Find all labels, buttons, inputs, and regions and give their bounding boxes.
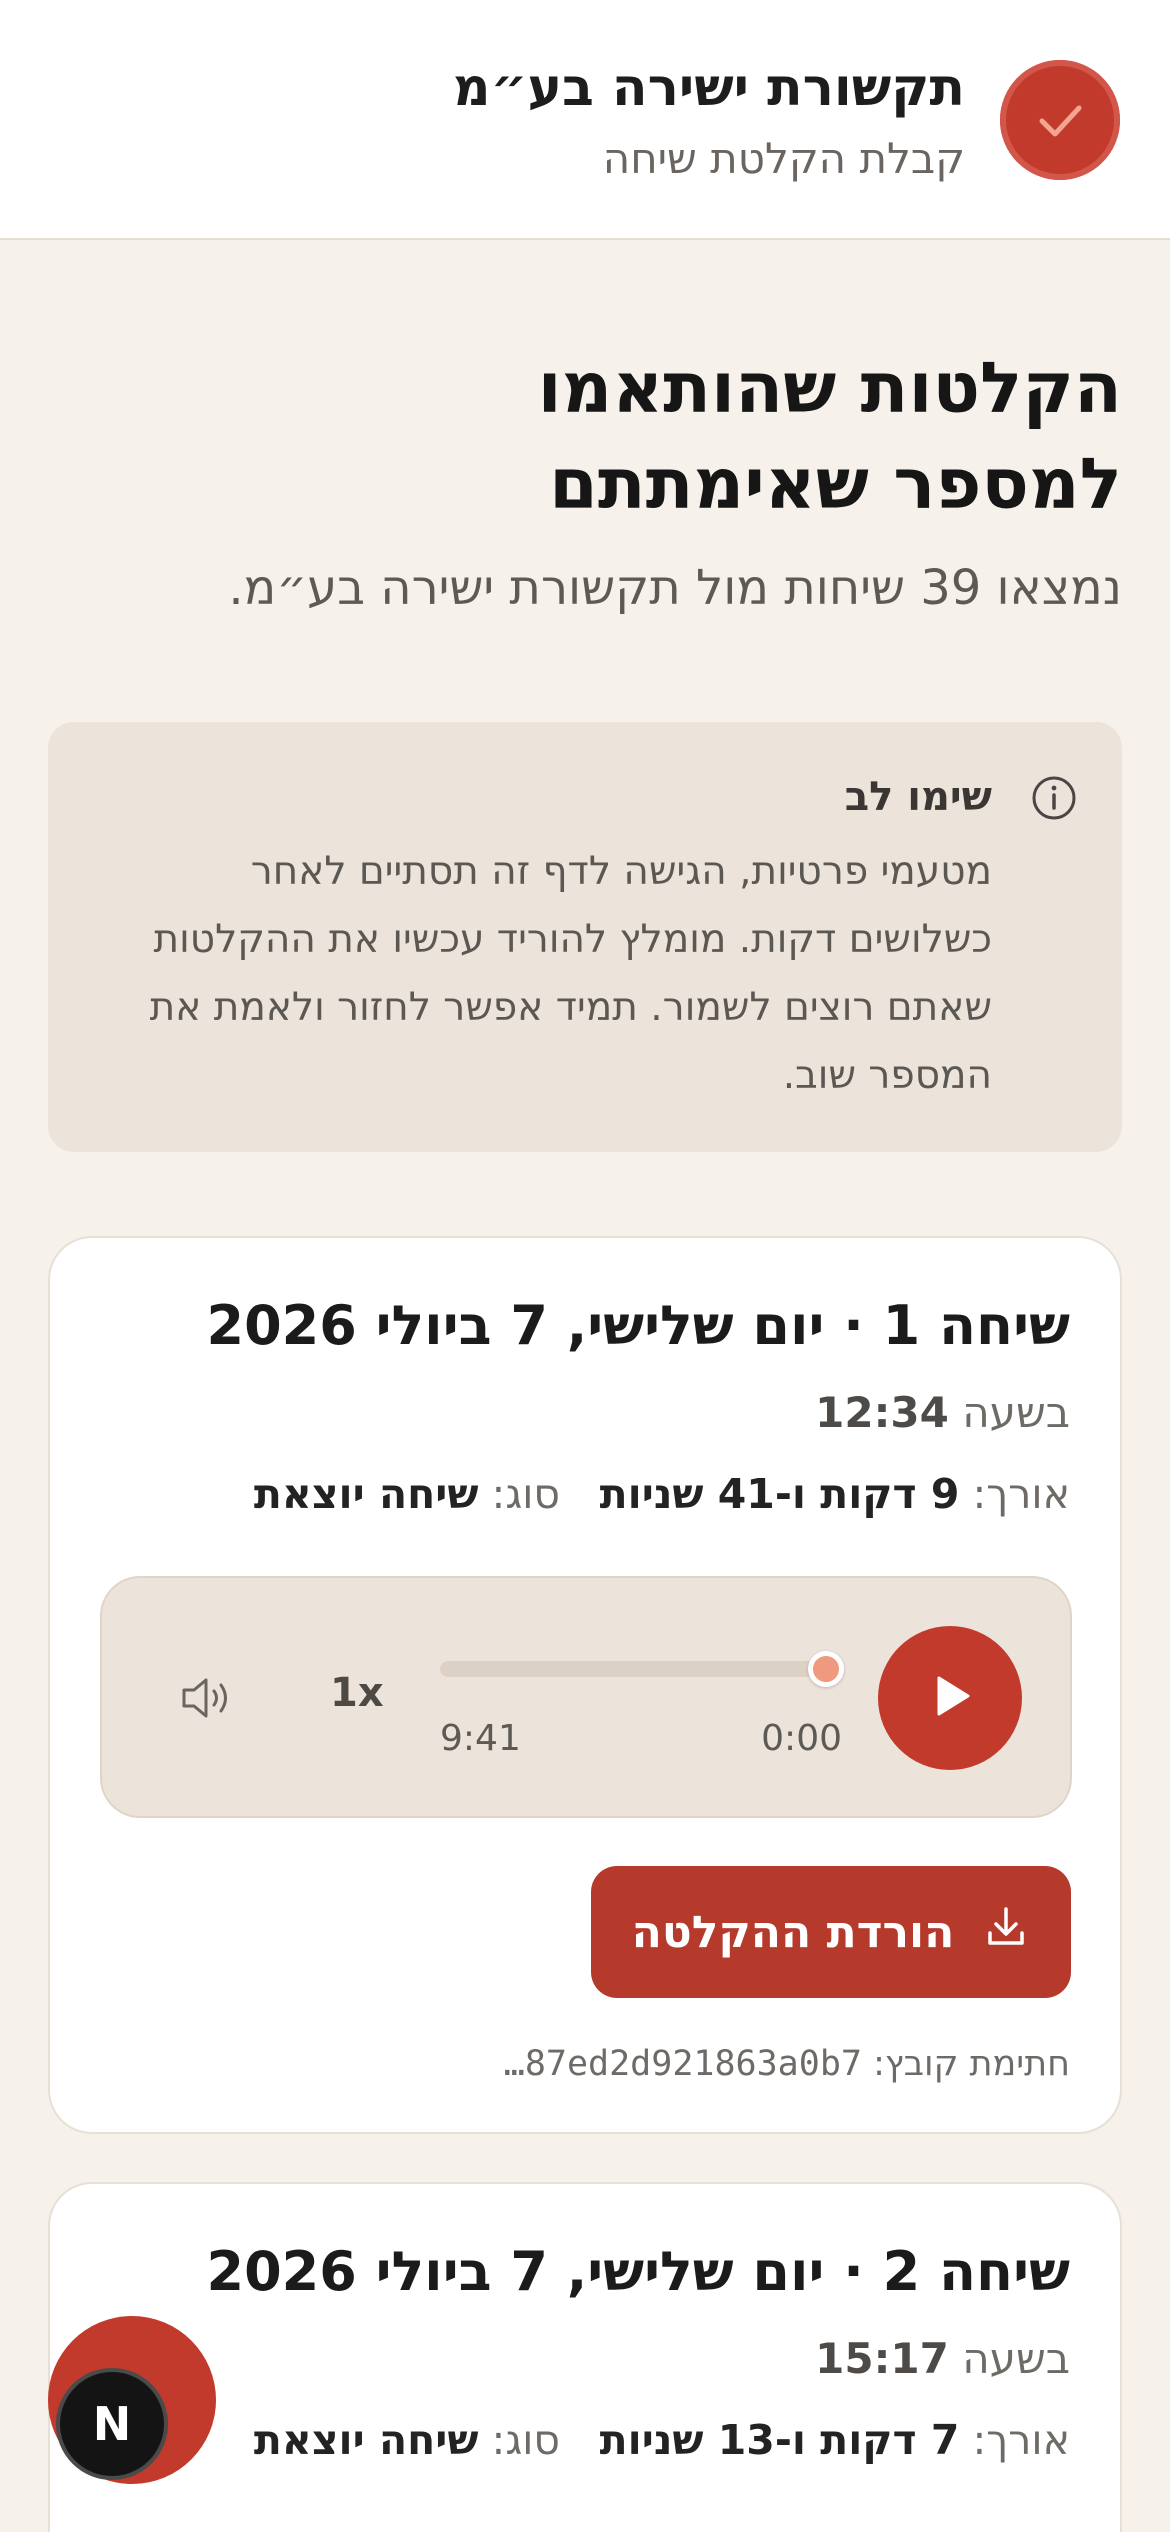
page-subtitle: קבלת הקלטת שיחה [602,134,965,183]
call-length: אורך: 9 דקות ו-41 שניות [600,1470,1070,1518]
dev-tools-badge[interactable]: N [56,2368,168,2480]
page-title-line-1: הקלטות שהותאמו [537,347,1122,429]
call-length-value: 7 דקות ו-13 שניות [599,2416,960,2464]
call-length-label: אורך: [972,2416,1070,2464]
check-icon [1000,60,1120,180]
file-signature: חתימת קובץ: …87ed2d921863a0b7 [504,2044,1070,2084]
call-length: אורך: 7 דקות ו-13 שניות [600,2416,1070,2464]
call-type-value: שיחה יוצאת [253,2416,479,2464]
call-time-value: 15:17 [815,2334,949,2383]
results-summary: נמצאו 39 שיחות מול תקשורת ישירה בע״מ. [228,560,1122,616]
volume-icon[interactable] [178,1672,238,1728]
file-signature-value: …87ed2d921863a0b7 [503,2044,862,2084]
current-time: 0:00 [761,1718,842,1759]
download-label: הורדת ההקלטה [631,1906,955,1958]
call-time-prefix: בשעה [962,2334,1070,2383]
call-type-label: סוג: [491,2416,561,2464]
download-recording-button[interactable]: הורדת ההקלטה [591,1866,1071,1998]
play-button[interactable] [878,1626,1022,1770]
call-type-value: שיחה יוצאת [253,1470,479,1518]
call-title: שיחה 2 · יום שלישי, 7 ביולי 2026 [206,2240,1071,2303]
call-type: סוג: שיחה יוצאת [254,2416,560,2464]
call-title: שיחה 1 · יום שלישי, 7 ביולי 2026 [206,1294,1071,1357]
page: תקשורת ישירה בע״מ קבלת הקלטת שיחה הקלטות… [0,0,1170,2532]
call-length-value: 9 דקות ו-41 שניות [599,1470,960,1518]
call-card: שיחה 2 · יום שלישי, 7 ביולי 2026 בשעה 15… [48,2182,1122,2532]
progress-track[interactable] [440,1661,840,1677]
download-icon [982,1903,1030,1962]
app-header: תקשורת ישירה בע״מ קבלת הקלטת שיחה [0,0,1170,240]
company-name: תקשורת ישירה בע״מ [452,58,965,118]
total-time: 9:41 [440,1718,521,1759]
call-time: בשעה 12:34 [815,1388,1070,1437]
call-card: שיחה 1 · יום שלישי, 7 ביולי 2026 בשעה 12… [48,1236,1122,2134]
call-time-value: 12:34 [815,1388,949,1437]
playback-speed-button[interactable]: 1x [330,1670,384,1716]
call-time: בשעה 15:17 [815,2334,1070,2383]
progress-handle[interactable] [808,1651,844,1687]
audio-player: 0:00 9:41 1x [100,1576,1072,1818]
call-length-label: אורך: [972,1470,1070,1518]
page-title-line-2: למספר שאימתתם [549,443,1122,525]
page-title: הקלטות שהותאמו למספר שאימתתם [62,340,1122,532]
file-signature-label: חתימת קובץ: [873,2044,1070,2084]
call-type: סוג: שיחה יוצאת [254,1470,560,1518]
notice-title: שימו לב [844,774,992,820]
play-icon [922,1668,978,1728]
call-type-label: סוג: [491,1470,561,1518]
info-icon [1030,774,1078,826]
call-time-prefix: בשעה [962,1388,1070,1437]
privacy-notice: שימו לב מטעמי פרטיות, הגישה לדף זה תסתיי… [48,722,1122,1152]
notice-body: מטעמי פרטיות, הגישה לדף זה תסתיים לאחר כ… [149,849,992,1098]
